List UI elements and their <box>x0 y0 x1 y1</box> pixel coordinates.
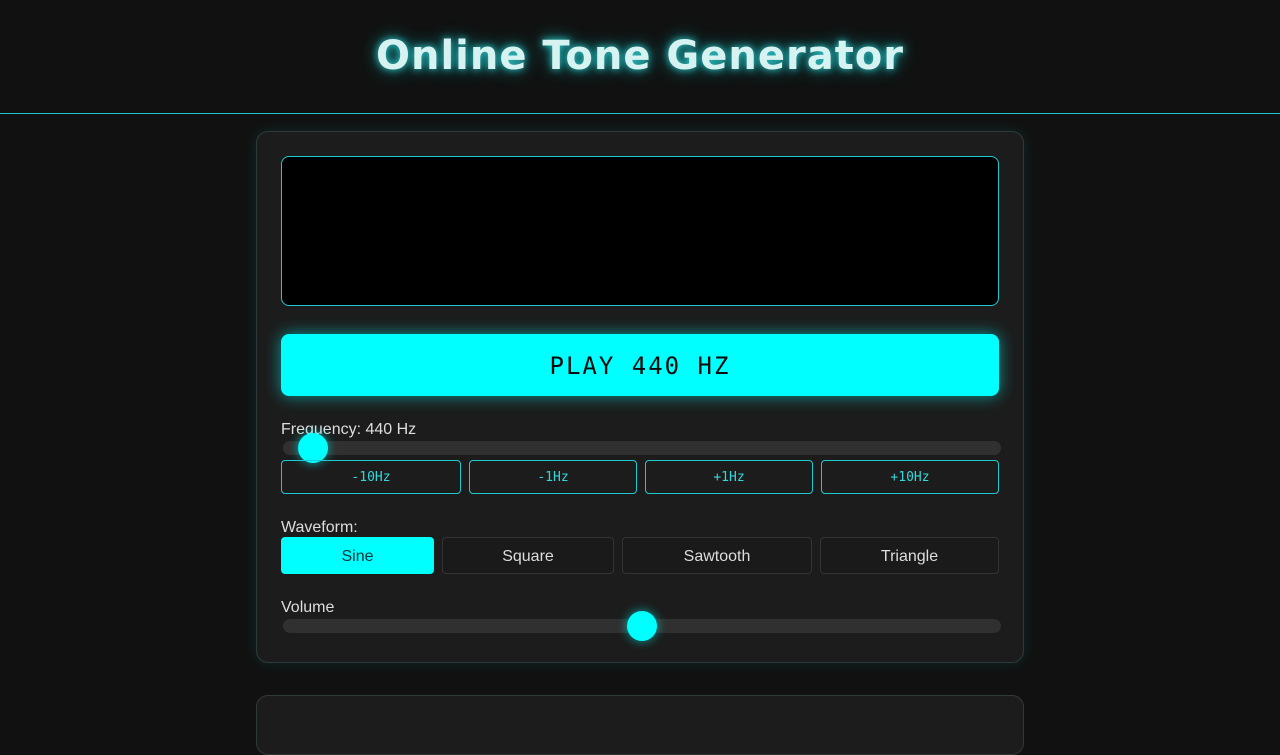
plus-10hz-button[interactable]: +10Hz <box>821 460 999 494</box>
secondary-panel <box>256 695 1024 755</box>
tone-generator-panel: PLAY 440 HZ Frequency: 440 Hz -10Hz -1Hz… <box>256 131 1024 663</box>
frequency-slider[interactable] <box>283 433 1001 463</box>
minus-1hz-button[interactable]: -1Hz <box>469 460 637 494</box>
waveform-label: Waveform: <box>281 519 358 536</box>
oscilloscope-display <box>281 156 999 306</box>
page-title: Online Tone Generator <box>375 33 905 79</box>
waveform-square-button[interactable]: Square <box>442 537 614 574</box>
frequency-label: Frequency: 440 Hz <box>281 421 417 438</box>
frequency-slider-thumb[interactable] <box>298 433 329 463</box>
plus-1hz-button[interactable]: +1Hz <box>645 460 813 494</box>
app-header: Online Tone Generator <box>0 0 1280 114</box>
waveform-triangle-button[interactable]: Triangle <box>820 537 999 574</box>
waveform-sine-button[interactable]: Sine <box>281 537 434 574</box>
volume-slider-thumb[interactable] <box>627 611 657 641</box>
play-button[interactable]: PLAY 440 HZ <box>281 334 999 396</box>
volume-slider[interactable] <box>283 611 1001 641</box>
minus-10hz-button[interactable]: -10Hz <box>281 460 461 494</box>
waveform-sawtooth-button[interactable]: Sawtooth <box>622 537 812 574</box>
volume-label: Volume <box>281 599 335 616</box>
